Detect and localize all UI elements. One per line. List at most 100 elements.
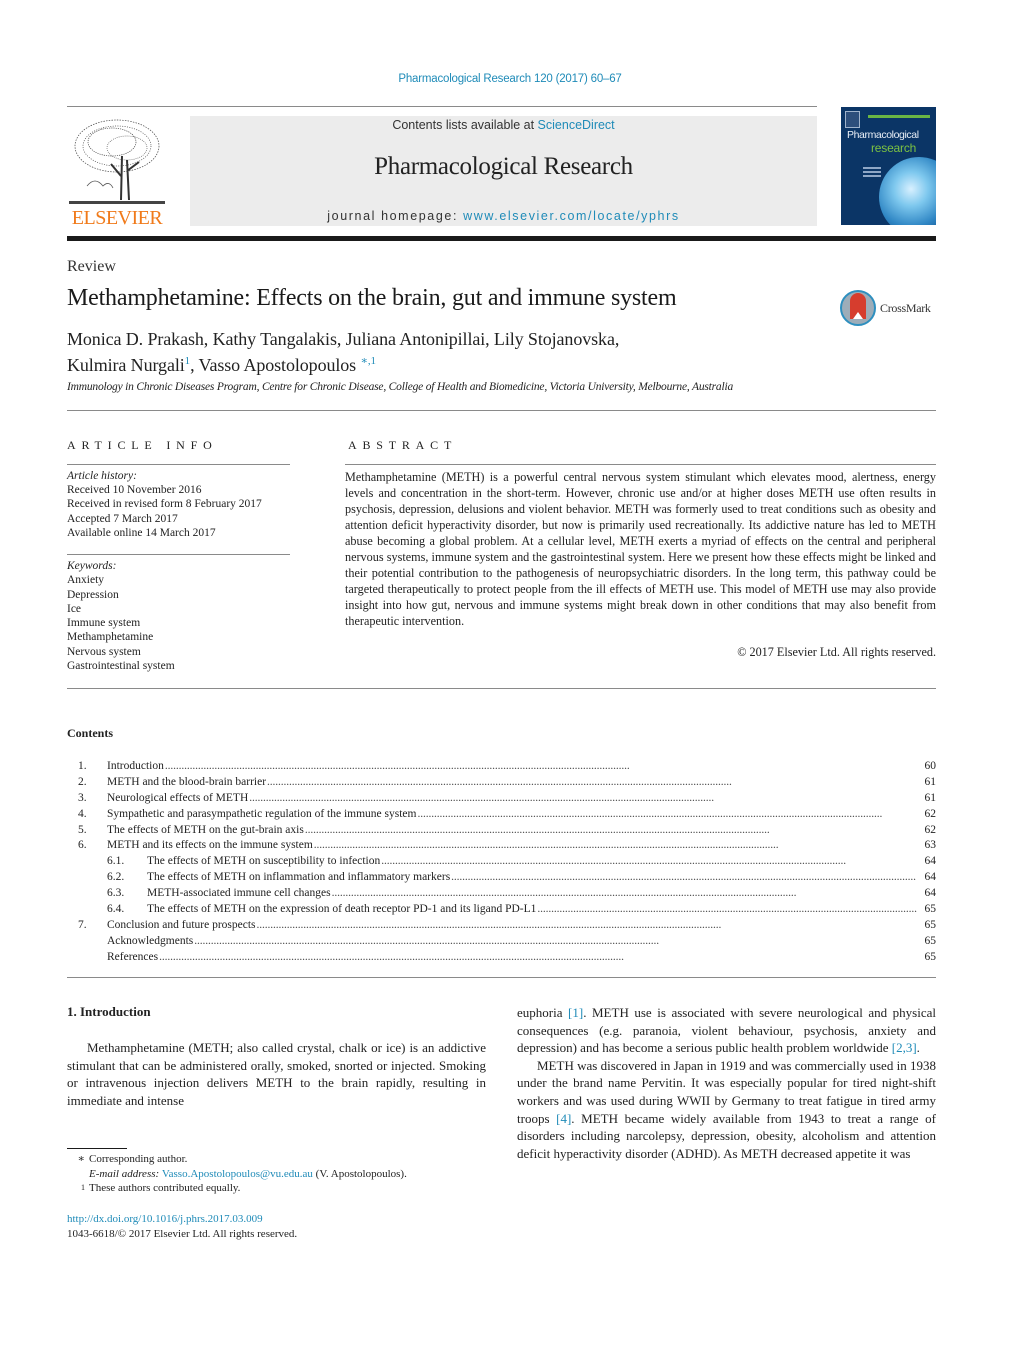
email-link[interactable]: Vasso.Apostolopoulos@vu.edu.au <box>162 1168 313 1180</box>
toc-page-number[interactable]: 65 <box>918 950 937 966</box>
toc-leader-dots <box>305 823 917 839</box>
divider <box>67 688 936 689</box>
toc-label[interactable]: Conclusion and future prospects <box>107 918 256 934</box>
toc-entry[interactable]: Acknowledgments 65 <box>67 934 936 950</box>
toc-page-number[interactable]: 63 <box>918 838 937 854</box>
crossmark-button[interactable]: CrossMark <box>840 290 940 330</box>
toc-label[interactable]: The effects of METH on the expression of… <box>147 902 536 918</box>
toc-entry[interactable]: 3. Neurological effects of METH 61 <box>67 791 936 807</box>
history-item: Received in revised form 8 February 2017 <box>67 498 262 511</box>
sciencedirect-link[interactable]: ScienceDirect <box>538 118 615 132</box>
toc-label[interactable]: References <box>107 950 158 966</box>
keyword: Ice <box>67 602 82 615</box>
toc-subnumber: 6.2. <box>107 871 125 884</box>
footnote-rule <box>67 1148 127 1149</box>
toc-page-number[interactable]: 62 <box>918 823 937 839</box>
homepage-link[interactable]: www.elsevier.com/locate/yphrs <box>463 209 680 223</box>
toc-page-number[interactable]: 62 <box>918 807 937 823</box>
toc-entry[interactable]: 2. METH and the blood-brain barrier 61 <box>67 775 936 791</box>
toc-entry[interactable]: 1. Introduction 60 <box>67 759 936 775</box>
toc-page-number[interactable]: 65 <box>918 902 937 918</box>
article-info-heading: ARTICLE INFO <box>67 438 218 452</box>
elsevier-logo[interactable]: ELSEVIER <box>67 116 167 228</box>
history-item: Accepted 7 March 2017 <box>67 512 178 525</box>
crossmark-notch <box>853 312 863 319</box>
footnote-corresponding: ∗ Corresponding author. <box>67 1152 407 1167</box>
elsevier-tree-icon <box>69 119 165 204</box>
toc-entry[interactable]: References 65 <box>67 950 936 966</box>
toc-leader-dots <box>194 934 917 950</box>
abstract-copyright: © 2017 Elsevier Ltd. All rights reserved… <box>737 645 936 659</box>
toc-number: 5. <box>78 823 87 836</box>
history-item: Available online 14 March 2017 <box>67 526 216 539</box>
toc-entry[interactable]: 4. Sympathetic and parasympathetic regula… <box>67 807 936 823</box>
toc-entry[interactable]: 6.1. The effects of METH on susceptibilit… <box>67 854 936 870</box>
email-suffix: (V. Apostolopoulos). <box>312 1167 407 1180</box>
toc-page-number[interactable]: 61 <box>918 791 937 807</box>
footnote-marker[interactable]: ∗,1 <box>360 355 376 367</box>
toc-leader-dots <box>249 791 917 807</box>
toc-page-number[interactable]: 61 <box>918 775 937 791</box>
toc-label[interactable]: The effects of METH on inflammation and … <box>147 870 450 886</box>
cover-microscopy-image <box>879 157 936 225</box>
body-column-right: euphoria [1]. METH use is associated wit… <box>517 1004 936 1162</box>
toc-label[interactable]: METH and the blood-brain barrier <box>107 775 266 791</box>
toc-label[interactable]: Sympathetic and parasympathetic regulati… <box>107 807 416 823</box>
text: euphoria <box>517 1005 569 1020</box>
cover-title-line2: research <box>871 141 917 155</box>
author-list: Monica D. Prakash, Kathy Tangalakis, Jul… <box>67 328 619 376</box>
footnote-text: These authors contributed equally. <box>89 1182 241 1195</box>
authors-line-1: Monica D. Prakash, Kathy Tangalakis, Jul… <box>67 329 620 349</box>
keyword: Gastrointestinal system <box>67 660 175 673</box>
toc-page-number[interactable]: 64 <box>918 886 937 902</box>
toc-leader-dots <box>451 870 917 886</box>
journal-title: Pharmacological Research <box>374 153 633 180</box>
toc-leader-dots <box>267 775 917 791</box>
toc-subnumber: 6.3. <box>107 887 125 900</box>
author-name[interactable]: Kulmira Nurgali <box>67 355 185 375</box>
author-name[interactable]: Vasso Apostolopoulos <box>199 355 357 375</box>
toc-leader-dots <box>417 807 917 823</box>
journal-cover-image[interactable]: Pharmacological research <box>841 107 936 225</box>
toc-page-number[interactable]: 64 <box>918 854 937 870</box>
keyword: Nervous system <box>67 645 141 658</box>
doi-link[interactable]: http://dx.doi.org/10.1016/j.phrs.2017.03… <box>67 1212 297 1227</box>
keyword: Depression <box>67 588 119 601</box>
citation-link[interactable]: [1] <box>568 1005 583 1020</box>
article-history: Article history: Received 10 November 20… <box>67 469 262 540</box>
text: . <box>916 1040 920 1056</box>
toc-number: 2. <box>78 775 87 788</box>
toc-entry[interactable]: 5. The effects of METH on the gut-brain a… <box>67 823 936 839</box>
toc-page-number[interactable]: 65 <box>918 918 937 934</box>
toc-entry[interactable]: 6. METH and its effects on the immune sys… <box>67 838 936 854</box>
authors-line-2: Kulmira Nurgali1, Vasso Apostolopoulos ∗… <box>67 350 619 376</box>
toc-label[interactable]: Introduction <box>107 759 164 775</box>
toc-leader-dots <box>381 854 917 870</box>
toc-page-number[interactable]: 64 <box>918 870 937 886</box>
toc-number: 1. <box>78 760 87 772</box>
citation-link[interactable]: [2,3] <box>892 1040 917 1055</box>
toc-entry[interactable]: 6.4. The effects of METH on the expressio… <box>67 902 936 918</box>
toc-page-number[interactable]: 65 <box>918 934 937 950</box>
journal-citation[interactable]: Pharmacological Research 120 (2017) 60–6… <box>0 73 1020 85</box>
toc-entry[interactable]: 6.3. METH-associated immune cell changes 6… <box>67 886 936 902</box>
cover-green-bar <box>868 115 930 118</box>
toc-label[interactable]: METH and its effects on the immune syste… <box>107 838 313 854</box>
footnote-text: Corresponding author. <box>89 1153 188 1165</box>
journal-homepage-line: journal homepage: www.elsevier.com/locat… <box>190 209 817 223</box>
toc-label[interactable]: The effects of METH on the gut-brain axi… <box>107 823 304 839</box>
keywords: Keywords: Anxiety Depression Ice Immune … <box>67 559 175 673</box>
toc-label[interactable]: Acknowledgments <box>107 934 193 950</box>
toc-label[interactable]: The effects of METH on susceptibility to… <box>147 854 380 870</box>
divider <box>67 410 936 411</box>
article-title: Methamphetamine: Effects on the brain, g… <box>67 285 677 311</box>
toc-entry[interactable]: 7. Conclusion and future prospects 65 <box>67 918 936 934</box>
toc-label[interactable]: METH-associated immune cell changes <box>147 886 331 902</box>
crossmark-label: CrossMark <box>880 301 931 315</box>
paragraph: Methamphetamine (METH; also called cryst… <box>67 1040 486 1108</box>
toc-entry[interactable]: 6.2. The effects of METH on inflammation … <box>67 870 936 886</box>
citation-link[interactable]: [4] <box>556 1111 571 1126</box>
issn-copyright: 1043-6618/© 2017 Elsevier Ltd. All right… <box>67 1227 298 1240</box>
toc-page-number[interactable]: 60 <box>918 759 937 775</box>
toc-label[interactable]: Neurological effects of METH <box>107 791 248 807</box>
